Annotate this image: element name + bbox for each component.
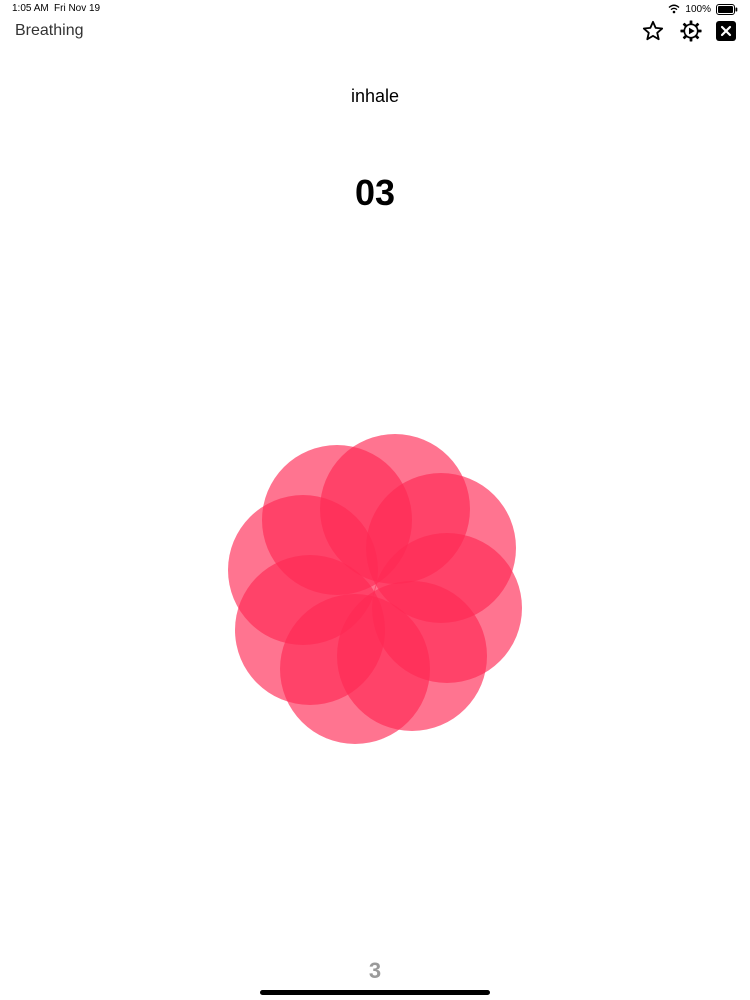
star-icon [642,20,664,42]
flower-petal [262,445,412,595]
status-time: 1:05 AM [12,3,49,14]
countdown-timer: 03 [354,172,396,213]
close-icon [716,21,736,41]
breathing-screen: 1:05 AM Fri Nov 19 100% Breathing inhale… [0,0,750,1000]
home-indicator[interactable] [260,990,490,995]
nav-title: Breathing [15,22,84,39]
cycle-count: 3 [368,958,382,983]
breathing-flower [228,434,522,744]
status-indicators: 100% [668,2,738,16]
status-date: Fri Nov 19 [54,3,101,14]
battery-icon [716,3,738,15]
favorite-button[interactable] [641,19,665,43]
close-button[interactable] [714,19,738,43]
settings-button[interactable] [679,19,703,43]
battery-percent: 100% [685,3,711,15]
wifi-icon [668,4,680,14]
breath-phase-label: inhale [350,86,400,106]
gear-play-icon [680,20,702,42]
